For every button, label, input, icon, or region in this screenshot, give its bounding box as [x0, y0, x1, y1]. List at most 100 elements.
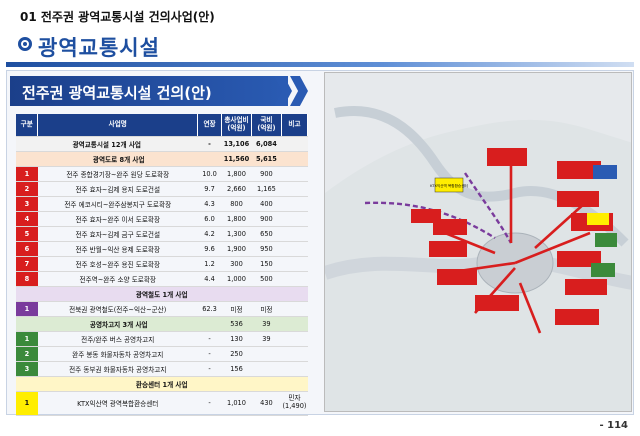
group-row-pub: 공영차고지 3개 사업 536 39 [16, 316, 308, 332]
header-bar [6, 62, 634, 67]
row-cost: 300 [221, 256, 252, 272]
row-gov: 500 [251, 271, 282, 287]
group-label: 환승센터 1개 사업 [16, 376, 308, 392]
row-cost: 1,800 [221, 166, 252, 182]
title-bullet-icon [18, 37, 32, 51]
row-length: - [197, 361, 222, 377]
row-name: 전주 호성~완주 용진 도로확장 [37, 256, 198, 272]
row-gov: 1,165 [251, 181, 282, 197]
row-length: 4.4 [197, 271, 222, 287]
row-number: 1 [16, 391, 38, 416]
row-length: - [197, 331, 222, 347]
row-gov: 150 [251, 256, 282, 272]
row-number: 7 [16, 256, 38, 272]
row-length: 6.0 [197, 211, 222, 227]
row-name: 전주 효자~김제 용지 도로건설 [37, 181, 198, 197]
table-row: 2 완주 봉동 화물자동차 공영차고지 -250 [16, 346, 308, 362]
total-label: 광역교통시설 12개 사업 [16, 136, 198, 152]
group-gov: 5,615 [251, 151, 282, 167]
col-header: 비고 [281, 114, 309, 137]
row-gov: 950 [251, 241, 282, 257]
table-row: 1 전주 종합경기장~완주 원당 도로확장 10.0 1,800 900 [16, 166, 308, 182]
group-cost: 536 [221, 316, 252, 332]
row-length: 62.3 [197, 301, 222, 317]
row-cost: 156 [221, 361, 252, 377]
row-name: 전주 효자~김제 금구 도로건설 [37, 226, 198, 242]
row-cost: 미정 [221, 301, 252, 317]
group-cost: 11,560 [221, 151, 252, 167]
row-cost: 1,010 [221, 391, 252, 416]
group-gov: 39 [251, 316, 282, 332]
total-gov: 6,084 [251, 136, 282, 152]
table-row: 3 전주 동부권 화물자동차 공영차고지 -156 [16, 361, 308, 377]
row-cost: 1,000 [221, 271, 252, 287]
group-row-hub: 환승센터 1개 사업 [16, 376, 308, 392]
section-label: 01 전주권 광역교통시설 건의사업(안) [20, 10, 215, 24]
table-header-row: 구분 사업명 연장 총사업비 (억원) 국비 (억원) 비고 [16, 114, 309, 137]
row-cost: 130 [221, 331, 252, 347]
row-number: 3 [16, 196, 38, 212]
row-length: 10.0 [197, 166, 222, 182]
row-gov: 900 [251, 211, 282, 227]
row-name: 전주 효자~완주 이서 도로확장 [37, 211, 198, 227]
row-length: 4.3 [197, 196, 222, 212]
row-name: 전주 에코시티~완주삼봉지구 도로확장 [37, 196, 198, 212]
row-length: 9.6 [197, 241, 222, 257]
row-length: - [197, 391, 222, 416]
col-header: 구분 [16, 114, 39, 137]
col-header: 사업명 [37, 114, 199, 137]
row-name: 전북권 광역철도(전주~익산~군산) [37, 301, 198, 317]
row-name: 전주/완주 버스 공영차고지 [37, 331, 198, 347]
road-rows: 1 전주 종합경기장~완주 원당 도로확장 10.0 1,800 900 2 전주 효자~김… [16, 166, 308, 287]
group-label: 광역도로 8개 사업 [16, 151, 222, 167]
row-note: 민자 (1,490) [281, 391, 308, 416]
row-number: 2 [16, 181, 38, 197]
project-table: 구분 사업명 연장 총사업비 (억원) 국비 (억원) 비고 광역교통시설 12… [16, 114, 309, 416]
row-gov: 430 [251, 391, 282, 416]
table-row: 3 전주 에코시티~완주삼봉지구 도로확장 4.3 800 400 [16, 196, 308, 212]
row-gov: 900 [251, 166, 282, 182]
row-gov: 400 [251, 196, 282, 212]
row-length: 4.2 [197, 226, 222, 242]
col-header: 국비 (억원) [251, 114, 282, 137]
map-label-ktx: KTX익산역 복합환승센터 [430, 183, 468, 188]
row-cost: 250 [221, 346, 252, 362]
row-name: KTX익산역 광역복합환승센터 [37, 391, 198, 416]
row-number: 1 [16, 301, 38, 317]
row-number: 8 [16, 271, 38, 287]
row-cost: 1,300 [221, 226, 252, 242]
row-name: 전주 반월~익산 용제 도로확장 [37, 241, 198, 257]
chevron-arrows-icon [270, 76, 318, 106]
table-row: 2 전주 효자~김제 용지 도로건설 9.7 2,660 1,165 [16, 181, 308, 197]
pub-rows: 1 전주/완주 버스 공영차고지 -130 39 2 완주 봉동 화물자동차 공영차고지 -… [16, 331, 308, 377]
total-length: - [197, 136, 222, 152]
row-name: 전주역~완주 소양 도로확장 [37, 271, 198, 287]
table-row: 7 전주 호성~완주 용진 도로확장 1.2 300 150 [16, 256, 308, 272]
row-gov: 미정 [251, 301, 282, 317]
table-row: 8 전주역~완주 소양 도로확장 4.4 1,000 500 [16, 271, 308, 287]
row-cost: 800 [221, 196, 252, 212]
table-row-total: 광역교통시설 12개 사업 - 13,106 6,084 [16, 136, 308, 152]
row-number: 1 [16, 166, 38, 182]
row-number: 6 [16, 241, 38, 257]
table-row: 5 전주 효자~김제 금구 도로건설 4.2 1,300 650 [16, 226, 308, 242]
row-name: 전주 종합경기장~완주 원당 도로확장 [37, 166, 198, 182]
banner-title: 전주권 광역교통시설 건의(안) [10, 76, 288, 106]
row-length: 9.7 [197, 181, 222, 197]
group-row-road: 광역도로 8개 사업 11,560 5,615 [16, 151, 308, 167]
group-label: 광역철도 1개 사업 [16, 286, 308, 302]
map-graphic: KTX익산역 복합환승센터 [325, 73, 631, 411]
total-cost: 13,106 [221, 136, 252, 152]
table-row: 1 전주/완주 버스 공영차고지 -130 39 [16, 331, 308, 347]
row-name: 전주 동부권 화물자동차 공영차고지 [37, 361, 198, 377]
row-gov [251, 346, 282, 362]
row-length: 1.2 [197, 256, 222, 272]
col-header: 연장 [197, 114, 222, 137]
row-cost: 1,800 [221, 211, 252, 227]
row-number: 2 [16, 346, 38, 362]
row-name: 완주 봉동 화물자동차 공영차고지 [37, 346, 198, 362]
col-header: 총사업비 (억원) [221, 114, 252, 137]
row-cost: 1,900 [221, 241, 252, 257]
table-row: 6 전주 반월~익산 용제 도로확장 9.6 1,900 950 [16, 241, 308, 257]
page-title: 광역교통시설 [38, 36, 160, 60]
